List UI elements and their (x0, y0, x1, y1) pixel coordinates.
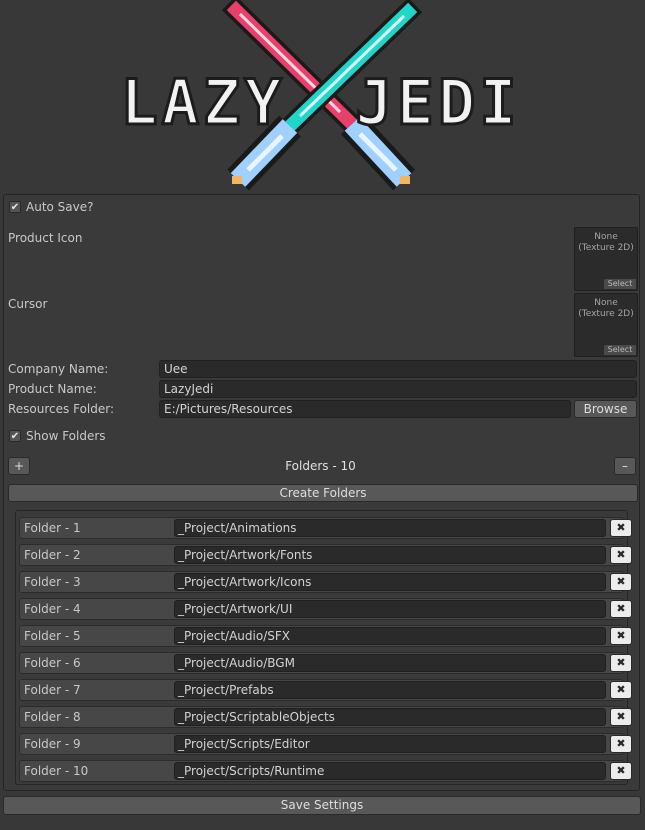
product-icon-label: Product Icon (8, 231, 83, 245)
folder-label: Folder - 7 (24, 683, 81, 697)
cursor-value: None (594, 298, 618, 308)
company-name-input[interactable]: Uee (159, 360, 637, 378)
logo-left-word: LAZY (120, 66, 285, 139)
folder-path-input[interactable]: _Project/Prefabs (174, 681, 606, 699)
create-folders-button[interactable]: Create Folders (8, 484, 638, 502)
folder-label: Folder - 4 (24, 602, 81, 616)
folder-row: Folder - 5 _Project/Audio/SFX ✖ (19, 625, 632, 647)
folder-row: Folder - 1 _Project/Animations ✖ (19, 517, 632, 539)
remove-folder-icon[interactable]: ✖ (610, 546, 632, 564)
folder-path-input[interactable]: _Project/Audio/SFX (174, 627, 606, 645)
folder-path-input[interactable]: _Project/Artwork/UI (174, 600, 606, 618)
auto-save-checkbox[interactable]: ✔ (9, 201, 21, 213)
company-name-label: Company Name: (8, 362, 109, 376)
resources-folder-label: Resources Folder: (8, 402, 115, 416)
folder-row: Folder - 4 _Project/Artwork/UI ✖ (19, 598, 632, 620)
folder-label: Folder - 3 (24, 575, 81, 589)
remove-folder-icon[interactable]: ✖ (610, 627, 632, 645)
folder-row: Folder - 3 _Project/Artwork/Icons ✖ (19, 571, 632, 593)
show-folders-checkbox[interactable]: ✔ (9, 430, 21, 442)
folder-path-input[interactable]: _Project/Scripts/Runtime (174, 762, 606, 780)
remove-folder-icon[interactable]: ✖ (610, 708, 632, 726)
remove-folder-icon[interactable]: ✖ (610, 681, 632, 699)
cursor-field[interactable]: None (Texture 2D) Select (574, 293, 638, 357)
remove-folder-icon[interactable]: ✖ (610, 573, 632, 591)
product-icon-field[interactable]: None (Texture 2D) Select (574, 227, 638, 291)
resources-folder-input[interactable]: E:/Pictures/Resources (159, 400, 571, 418)
folder-path-input[interactable]: _Project/ScriptableObjects (174, 708, 606, 726)
folder-list: Folder - 1 _Project/Animations ✖ Folder … (15, 510, 632, 785)
product-name-label: Product Name: (8, 382, 97, 396)
cursor-label: Cursor (8, 297, 48, 311)
folder-count-label: Folders - 10 (285, 459, 356, 473)
remove-folder-icon[interactable]: ✖ (610, 735, 632, 753)
show-folders-label: Show Folders (26, 429, 106, 443)
folder-label: Folder - 2 (24, 548, 81, 562)
logo-right-word: JEDI (355, 66, 520, 139)
folder-row: Folder - 8 _Project/ScriptableObjects ✖ (19, 706, 632, 728)
remove-folder-icon[interactable]: ✖ (610, 762, 632, 780)
folder-row: Folder - 9 _Project/Scripts/Editor ✖ (19, 733, 632, 755)
folder-label: Folder - 8 (24, 710, 81, 724)
browse-button[interactable]: Browse (574, 400, 637, 418)
product-icon-type: (Texture 2D) (578, 243, 634, 253)
folder-path-input[interactable]: _Project/Animations (174, 519, 606, 537)
settings-panel: ✔ Auto Save? Product Icon None (Texture … (3, 194, 640, 791)
product-icon-value: None (594, 232, 618, 242)
folder-label: Folder - 1 (24, 521, 81, 535)
remove-folder-icon[interactable]: ✖ (610, 654, 632, 672)
product-name-input[interactable]: LazyJedi (159, 380, 637, 398)
folder-row: Folder - 6 _Project/Audio/BGM ✖ (19, 652, 632, 674)
folder-label: Folder - 10 (24, 764, 89, 778)
remove-folder-button[interactable]: – (614, 457, 636, 475)
folder-path-input[interactable]: _Project/Artwork/Fonts (174, 546, 606, 564)
remove-folder-icon[interactable]: ✖ (610, 519, 632, 537)
cursor-select-button[interactable]: Select (604, 345, 636, 355)
folder-path-input[interactable]: _Project/Audio/BGM (174, 654, 606, 672)
folder-label: Folder - 5 (24, 629, 81, 643)
cursor-type: (Texture 2D) (578, 309, 634, 319)
folder-path-input[interactable]: _Project/Artwork/Icons (174, 573, 606, 591)
folder-path-input[interactable]: _Project/Scripts/Editor (174, 735, 606, 753)
lazy-jedi-logo: LAZY JEDI (119, 0, 520, 191)
product-icon-select-button[interactable]: Select (604, 279, 636, 289)
folder-row: Folder - 2 _Project/Artwork/Fonts ✖ (19, 544, 632, 566)
folder-label: Folder - 9 (24, 737, 81, 751)
folder-label: Folder - 6 (24, 656, 81, 670)
save-settings-button[interactable]: Save Settings (3, 796, 641, 815)
auto-save-label: Auto Save? (26, 200, 94, 214)
remove-folder-icon[interactable]: ✖ (610, 600, 632, 618)
folder-row: Folder - 10 _Project/Scripts/Runtime ✖ (19, 760, 632, 782)
folder-row: Folder - 7 _Project/Prefabs ✖ (19, 679, 632, 701)
